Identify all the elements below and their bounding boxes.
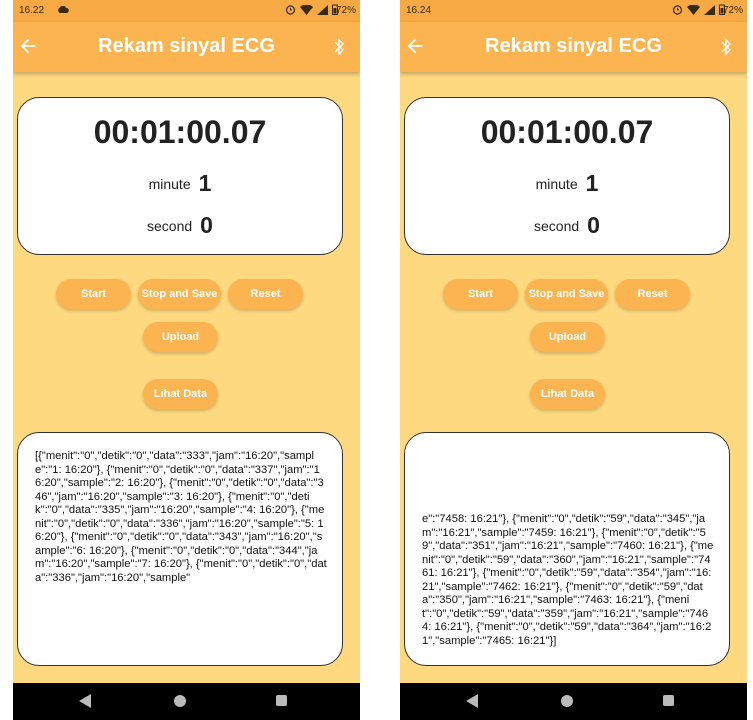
upload-button[interactable]: Upload	[143, 322, 218, 352]
nav-recent-icon[interactable]	[276, 695, 287, 706]
battery-percent: 72%	[335, 5, 356, 16]
lihat-data-button[interactable]: Lihat Data	[530, 379, 605, 409]
wifi-icon	[300, 4, 313, 15]
minute-value: 1	[198, 170, 212, 196]
bluetooth-icon[interactable]	[719, 37, 733, 57]
wifi-icon	[687, 4, 700, 15]
start-button[interactable]: Start	[443, 279, 518, 309]
elapsed-time: 00:01:00.07	[93, 114, 267, 150]
system-nav-bar	[13, 683, 360, 720]
upload-button[interactable]: Upload	[530, 322, 605, 352]
elapsed-time: 00:01:00.07	[480, 114, 654, 150]
app-title: Rekam sinyal ECG	[98, 35, 275, 57]
nav-back-icon[interactable]	[466, 694, 478, 708]
second-row: second 0	[405, 212, 729, 239]
app-bar: Rekam sinyal ECG	[13, 22, 360, 72]
signal-icon	[317, 4, 328, 15]
phone-screen-1: 16.22 72% Rekam sinyal ECG 00:01:00.07 m…	[13, 0, 360, 720]
system-nav-bar	[400, 683, 747, 720]
nav-back-icon[interactable]	[79, 694, 91, 708]
alarm-icon	[672, 5, 683, 15]
minute-label: minute	[148, 175, 191, 192]
cloud-icon	[58, 6, 69, 13]
nav-home-icon[interactable]	[561, 695, 573, 707]
alarm-icon	[285, 5, 296, 15]
second-label: second	[534, 217, 580, 234]
second-row: second 0	[18, 212, 342, 239]
start-button[interactable]: Start	[56, 279, 131, 309]
lihat-data-button[interactable]: Lihat Data	[143, 379, 218, 409]
timer-card: 00:01:00.07 minute 1 second 0	[404, 97, 730, 255]
signal-icon	[704, 4, 715, 15]
nav-home-icon[interactable]	[174, 695, 186, 707]
reset-button[interactable]: Reset	[228, 279, 303, 309]
minute-row: minute 1	[405, 170, 729, 197]
timer-card: 00:01:00.07 minute 1 second 0	[17, 97, 343, 255]
second-value: 0	[587, 212, 600, 238]
battery-percent: 72%	[722, 5, 743, 16]
status-bar: 16.22 72%	[13, 0, 360, 22]
status-time: 16.24	[406, 5, 432, 16]
minute-row: minute 1	[18, 170, 342, 197]
app-title: Rekam sinyal ECG	[485, 35, 662, 57]
data-output-text: [{"menit":"0","detik":"0","data":"333","…	[35, 450, 327, 584]
status-bar: 16.24 72%	[400, 0, 747, 22]
second-label: second	[147, 217, 193, 234]
data-output-card[interactable]: e":"7458: 16:21"}, {"menit":"0","detik":…	[404, 432, 730, 666]
stop-and-save-button[interactable]: Stop and Save	[138, 279, 221, 309]
bluetooth-icon[interactable]	[332, 37, 346, 57]
phone-screen-2: 16.24 72% Rekam sinyal ECG 00:01:00.07 m…	[400, 0, 747, 720]
data-output-text: e":"7458: 16:21"}, {"menit":"0","detik":…	[422, 513, 714, 647]
second-value: 0	[200, 212, 213, 238]
minute-label: minute	[535, 175, 578, 192]
nav-recent-icon[interactable]	[663, 695, 674, 706]
app-bar: Rekam sinyal ECG	[400, 22, 747, 72]
stop-and-save-button[interactable]: Stop and Save	[525, 279, 608, 309]
data-output-card[interactable]: [{"menit":"0","detik":"0","data":"333","…	[17, 432, 343, 666]
reset-button[interactable]: Reset	[615, 279, 690, 309]
minute-value: 1	[585, 170, 599, 196]
status-time: 16.22	[19, 5, 45, 16]
